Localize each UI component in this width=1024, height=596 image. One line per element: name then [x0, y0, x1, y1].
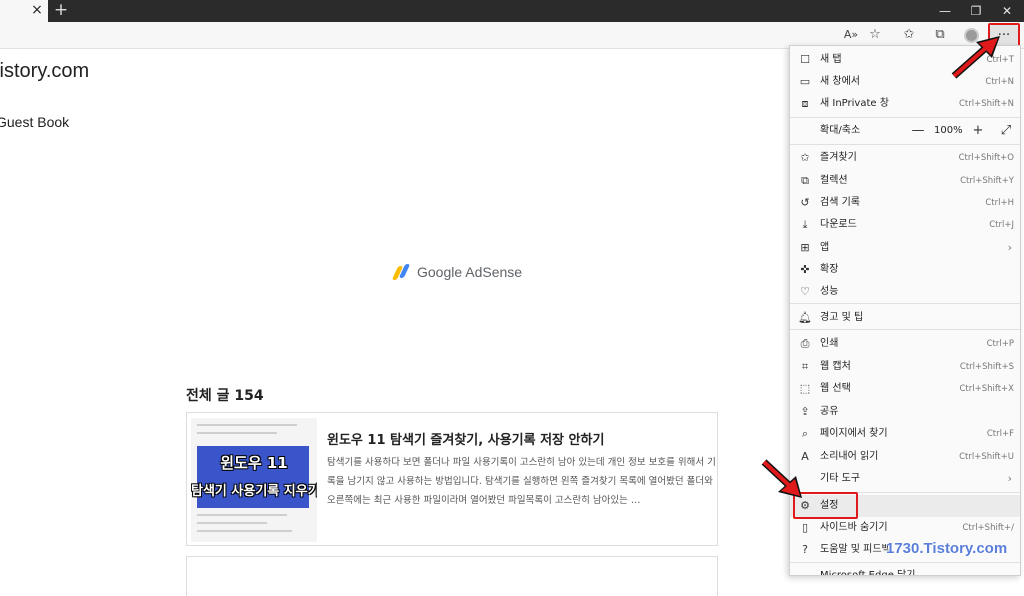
chevron-right-icon: › [1007, 241, 1012, 254]
menu-item-apps[interactable]: ⊞ 앱 › [790, 237, 1020, 259]
adsense-placeholder: Google AdSense [391, 262, 522, 282]
post-card[interactable]: 윈도우 11 탐색기 사용기록 지우기 윈도우 11 탐색기 즐겨찾기, 사용기… [186, 412, 718, 546]
chevron-right-icon: › [1007, 472, 1012, 485]
site-title[interactable]: tistory.com [0, 60, 89, 83]
post-excerpt: 탐색기를 사용하다 보면 폴더나 파일 사용기록이 고스란히 남아 있는데 개인… [327, 457, 716, 506]
menu-zoom-row: 확대/축소 — 100% + ⤢ [790, 119, 1020, 143]
favorites-icon: ✩ [800, 151, 810, 164]
print-icon: ⎙ [800, 337, 810, 350]
share-icon: ⇪ [800, 405, 810, 418]
restore-button[interactable]: ❐ [961, 2, 991, 20]
adsense-label: Google AdSense [417, 264, 523, 280]
red-arrow-icon [951, 36, 1000, 79]
tab-strip: × + — ❐ ✕ [0, 0, 1024, 22]
adsense-logo-icon [391, 263, 411, 281]
menu-item-more-tools[interactable]: 기타 도구 › [790, 468, 1020, 490]
menu-item-history[interactable]: ↺ 검색 기록 Ctrl+H [790, 192, 1020, 214]
inprivate-icon: ⧈ [801, 97, 809, 110]
menu-item-performance[interactable]: ♡ 성능 [790, 281, 1020, 303]
history-icon: ↺ [800, 196, 810, 209]
find-icon: ⌕ [801, 427, 809, 440]
add-favorite-icon[interactable]: ☆ [864, 25, 886, 45]
apps-icon: ⊞ [800, 241, 810, 254]
total-posts-heading: 전체 글 154 [186, 388, 264, 404]
zoom-value: 100% [934, 125, 963, 136]
menu-item-hide-sidebar[interactable]: ▯ 사이드바 숨기기 Ctrl+Shift+/ [790, 517, 1020, 539]
watermark: 1730.Tistory.com [886, 540, 1008, 557]
help-icon: ? [802, 543, 808, 556]
sidebar-icon: ▯ [801, 521, 809, 534]
menu-item-alerts[interactable]: 🔔︎ 경고 및 팁 [790, 307, 1020, 329]
extensions-icon: ✜ [800, 263, 810, 276]
new-tab-icon: ☐ [800, 53, 810, 66]
menu-item-read-aloud[interactable]: A 소리내어 읽기 Ctrl+Shift+U [790, 446, 1020, 468]
menu-item-web-capture[interactable]: ⌗ 웹 캡처 Ctrl+Shift+S [790, 356, 1020, 378]
menu-item-inprivate[interactable]: ⧈ 새 InPrivate 창 Ctrl+Shift+N [790, 93, 1020, 115]
thumbnail-title-line2: 탐색기 사용기록 지우기 [191, 484, 317, 499]
bell-icon: 🔔︎ [798, 311, 812, 324]
browser-tab[interactable]: × [0, 0, 48, 22]
performance-icon: ♡ [800, 285, 810, 298]
web-capture-icon: ⌗ [801, 360, 809, 373]
fullscreen-icon[interactable]: ⤢ [996, 121, 1016, 141]
minimize-button[interactable]: — [930, 2, 960, 20]
menu-item-extensions[interactable]: ✜ 확장 [790, 259, 1020, 281]
post-thumbnail[interactable]: 윈도우 11 탐색기 사용기록 지우기 [191, 418, 317, 542]
collections-icon: ⧉ [801, 174, 809, 187]
menu-item-share[interactable]: ⇪ 공유 [790, 401, 1020, 423]
close-window-button[interactable]: ✕ [992, 2, 1022, 20]
menu-item-web-select[interactable]: ⬚ 웹 선택 Ctrl+Shift+X [790, 378, 1020, 400]
thumbnail-title-line1: 윈도우 11 [220, 454, 288, 472]
zoom-in-button[interactable]: + [968, 121, 988, 141]
menu-item-close-edge[interactable]: Microsoft Edge 닫기 [790, 565, 1020, 575]
read-aloud-icon[interactable]: A» [840, 25, 862, 45]
guest-book-link[interactable]: Guest Book [0, 114, 69, 130]
menu-item-find[interactable]: ⌕ 페이지에서 찾기 Ctrl+F [790, 423, 1020, 445]
menu-item-favorites[interactable]: ✩ 즐겨찾기 Ctrl+Shift+O [790, 147, 1020, 169]
post-title[interactable]: 윈도우 11 탐색기 즐겨찾기, 사용기록 저장 안하기 [327, 429, 604, 448]
menu-item-print[interactable]: ⎙ 인쇄 Ctrl+P [790, 333, 1020, 355]
zoom-out-button[interactable]: — [908, 121, 928, 141]
red-arrow-icon [761, 459, 802, 498]
zoom-label: 확대/축소 [820, 125, 861, 136]
new-window-icon: ▭ [799, 75, 811, 88]
new-tab-button[interactable]: + [52, 1, 70, 19]
menu-item-downloads[interactable]: ⤓ 다운로드 Ctrl+J [790, 214, 1020, 236]
post-card-next[interactable] [186, 556, 718, 596]
menu-item-collections[interactable]: ⧉ 컬렉션 Ctrl+Shift+Y [790, 170, 1020, 192]
tab-close-icon[interactable]: × [30, 2, 44, 18]
download-icon: ⤓ [802, 218, 808, 231]
web-select-icon: ⬚ [799, 382, 811, 395]
favorites-icon[interactable]: ✩ [898, 25, 920, 45]
